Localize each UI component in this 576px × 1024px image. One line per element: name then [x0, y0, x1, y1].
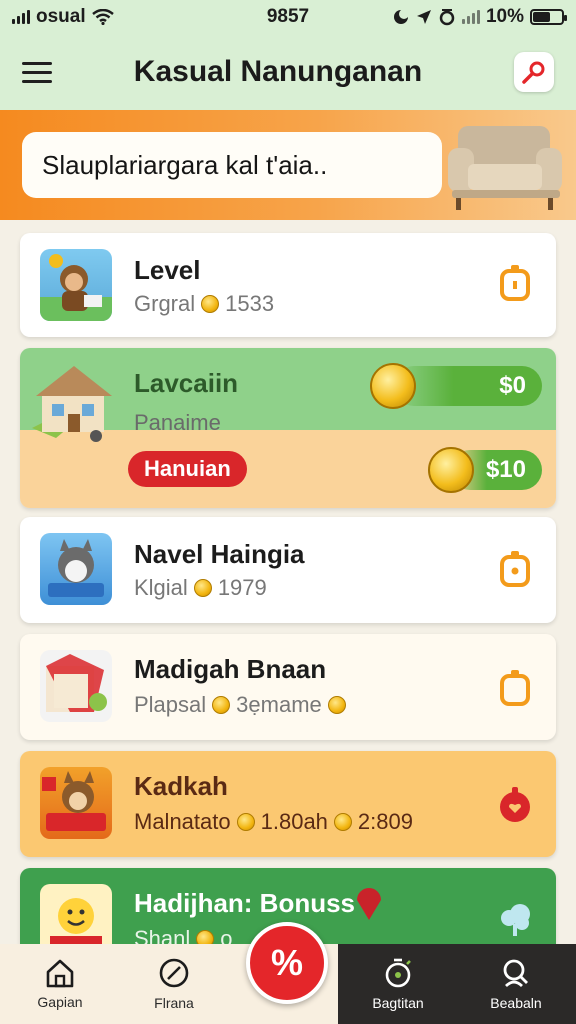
- page-title: Kasual Nanunganan: [133, 55, 423, 88]
- compass-icon: [159, 958, 189, 988]
- nav-search[interactable]: Beabaln: [466, 944, 566, 1024]
- nav-bagian-label: Bagtitan: [372, 995, 424, 1011]
- heart-lock-icon[interactable]: [498, 785, 532, 825]
- banner-text: Slauplariargara kal t'aia..: [22, 132, 442, 198]
- coin-icon: [201, 295, 220, 313]
- lock-icon[interactable]: [498, 263, 532, 303]
- list-item[interactable]: Navel Haingia Klgial 1979: [20, 517, 556, 623]
- item-title: Navel Haingia: [134, 539, 305, 569]
- game-thumbnail: [40, 650, 112, 722]
- item-subtitle: Klgial 1979: [134, 575, 267, 600]
- game-thumbnail: [40, 533, 112, 605]
- game-thumbnail: [40, 767, 112, 839]
- coin-icon: [193, 579, 212, 597]
- coin-icon: [327, 696, 346, 714]
- coin-icon: [236, 813, 255, 831]
- list-item[interactable]: Level Grgral 1533: [20, 233, 556, 337]
- house-image: [32, 366, 112, 442]
- item-subtitle: Grgral 1533: [134, 291, 275, 316]
- lock-icon[interactable]: [498, 549, 532, 589]
- app-header: Kasual Nanunganan: [0, 34, 576, 110]
- nav-arena[interactable]: Flrana: [124, 944, 224, 1024]
- pen-icon: [522, 61, 545, 84]
- item-title: Hadijhan: Bonuss: [134, 888, 356, 918]
- location-icon: [416, 10, 431, 24]
- item-title: Kadkah: [134, 771, 228, 801]
- battery-percent: 10%: [485, 6, 524, 27]
- nav-arena-label: Flrana: [154, 995, 194, 1011]
- discount-fab-button[interactable]: %: [246, 922, 328, 1004]
- coin-icon: [428, 447, 474, 493]
- featured-subtitle: Panaime: [134, 410, 221, 435]
- list-item[interactable]: Kadkah Malnatato 1.80ah 2:809: [20, 751, 556, 857]
- coin-icon: [333, 813, 352, 831]
- status-bar: osual 9857 10%: [0, 0, 576, 34]
- nav-bagian[interactable]: Bagtitan: [348, 944, 448, 1024]
- alarm-icon: [439, 9, 455, 26]
- item-title: Madigah Bnaan: [134, 654, 327, 684]
- nav-search-label: Beabaln: [490, 995, 542, 1011]
- moon-icon: [393, 9, 409, 24]
- featured-tag[interactable]: Hanuian: [128, 451, 247, 487]
- price-top-badge[interactable]: $0: [394, 366, 542, 406]
- item-subtitle: Plapsal 3ẹmame: [134, 692, 346, 718]
- coin-icon: [212, 696, 231, 714]
- wifi-icon: [91, 9, 114, 25]
- signal-icon: [12, 10, 30, 24]
- timer-icon: [385, 958, 411, 988]
- cloud-icon[interactable]: [498, 898, 532, 938]
- menu-icon[interactable]: [22, 61, 52, 83]
- profile-button[interactable]: [514, 52, 554, 92]
- sofa-image: [448, 126, 562, 210]
- coin-icon: [370, 363, 416, 409]
- lock-icon[interactable]: [498, 668, 532, 708]
- cell-signal-icon: [461, 10, 480, 24]
- battery-icon: [530, 9, 567, 25]
- game-thumbnail: [40, 249, 112, 321]
- search-icon: [503, 959, 528, 988]
- status-time: 9857: [266, 6, 310, 27]
- item-title: Level: [134, 255, 201, 285]
- nav-home-label: Gapian: [37, 994, 83, 1010]
- nav-home[interactable]: Gapian: [10, 944, 110, 1024]
- item-subtitle: Malnatato 1.80ah 2:809: [134, 809, 413, 834]
- list-item[interactable]: Madigah Bnaan Plapsal 3ẹmame: [20, 634, 556, 740]
- featured-title: Lavcaiin: [134, 368, 239, 398]
- home-icon: [46, 959, 74, 988]
- carrier-name: osual: [36, 6, 86, 27]
- location-pin-icon: [357, 888, 381, 920]
